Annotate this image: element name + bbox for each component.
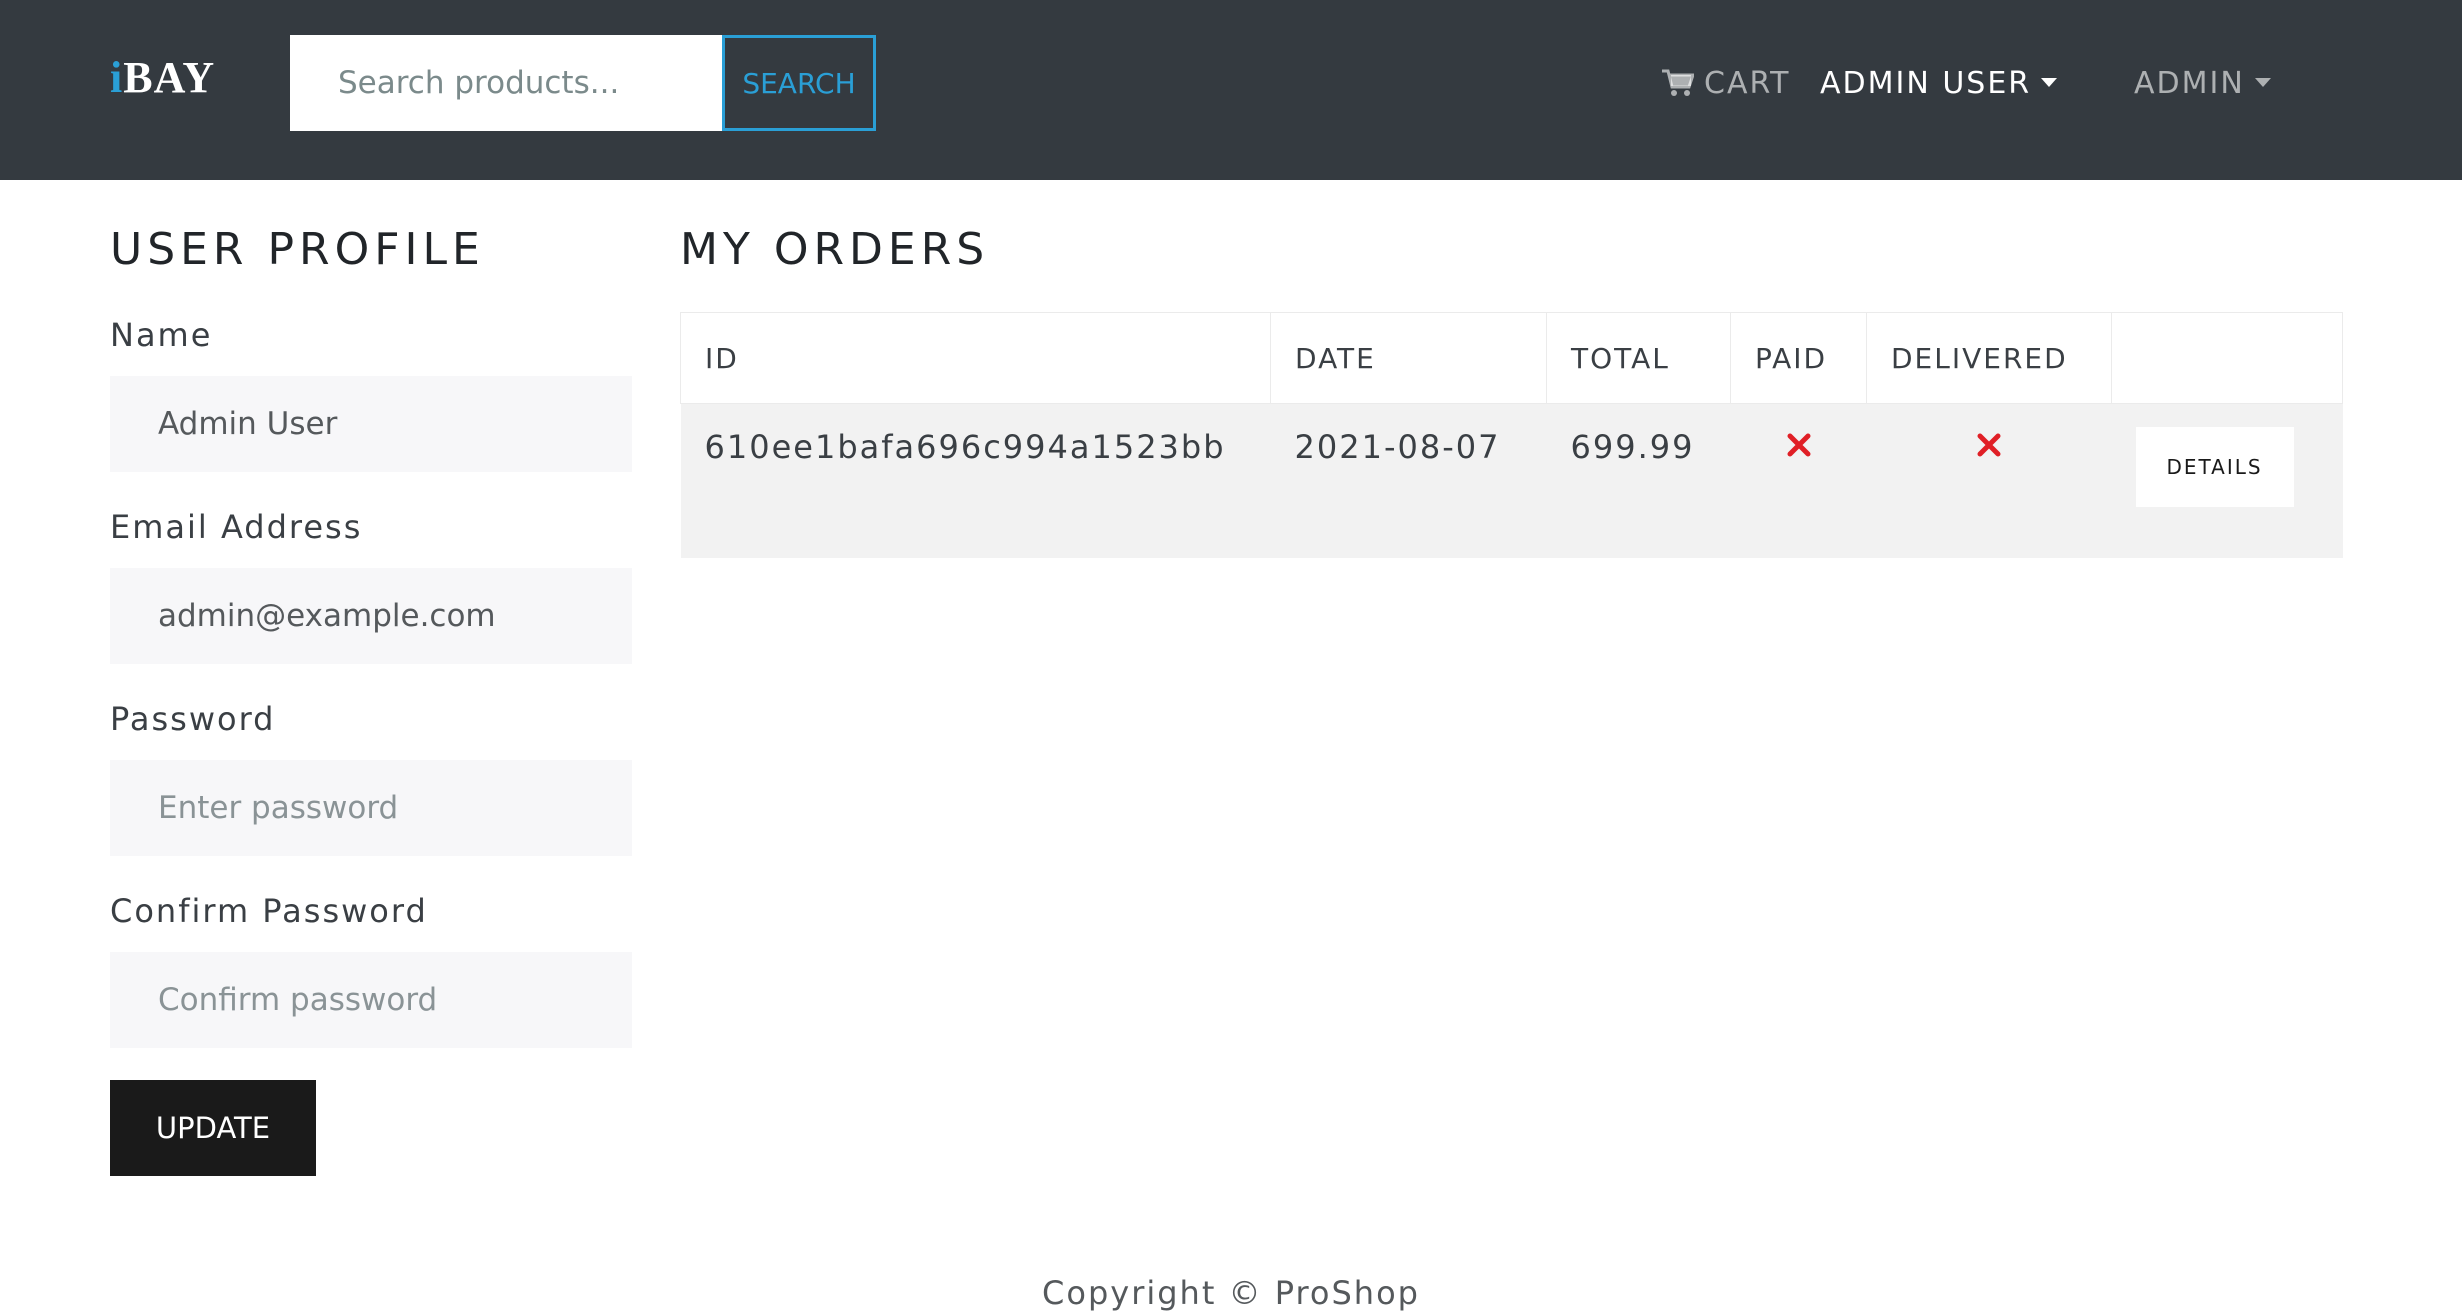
caret-down-icon [2041,78,2058,87]
footer-copyright: Copyright © ProShop [1042,1274,1420,1312]
user-profile-title: USER PROFILE [110,224,485,275]
user-menu-label: ADMIN USER [1820,66,2032,101]
brand-logo[interactable]: iBAY [110,52,215,103]
column-header-date: DATE [1270,312,1547,404]
column-header-total: TOTAL [1546,312,1731,404]
name-input[interactable] [110,376,632,472]
update-button[interactable]: UPDATE [110,1080,316,1176]
column-header-paid: PAID [1730,312,1867,404]
table-row: 610ee1bafa696c994a1523bb 2021-08-07 699.… [680,403,2343,558]
order-paid-cell [1730,403,1867,558]
user-menu-dropdown[interactable]: ADMIN USER [1820,62,2058,106]
x-icon [1787,433,1810,457]
order-delivered-cell [1866,403,2112,558]
order-total-cell: 699.99 [1546,403,1731,558]
search-input[interactable] [290,35,722,131]
email-input[interactable] [110,568,632,664]
navbar: iBAY SEARCH CART ADMIN USER ADMIN [0,0,2462,180]
shopping-cart-icon [1662,69,1696,96]
nav-cart-link[interactable]: CART [1662,62,1790,106]
caret-down-icon [2254,78,2271,87]
order-actions-cell: DETAILS [2111,403,2343,558]
brand-logo-accent: i [110,53,124,102]
search-button[interactable]: SEARCH [722,35,876,131]
orders-table-header: ID DATE TOTAL PAID DELIVERED [680,312,2343,404]
order-date-cell: 2021-08-07 [1270,403,1547,558]
order-id-cell: 610ee1bafa696c994a1523bb [680,403,1271,558]
column-header-delivered: DELIVERED [1866,312,2112,404]
password-input[interactable] [110,760,632,856]
nav-cart-label: CART [1704,66,1791,101]
column-header-id: ID [680,312,1271,404]
my-orders-title: MY ORDERS [680,224,990,275]
x-icon [1977,433,2001,457]
email-label: Email Address [110,508,363,546]
name-label: Name [110,316,213,354]
confirm-password-label: Confirm Password [110,892,428,930]
orders-table: ID DATE TOTAL PAID DELIVERED 610ee1bafa6… [680,312,2343,558]
password-label: Password [110,700,276,738]
admin-menu-dropdown[interactable]: ADMIN [2134,62,2271,106]
brand-logo-text: BAY [123,53,216,102]
confirm-password-input[interactable] [110,952,632,1048]
details-button[interactable]: DETAILS [2135,427,2294,507]
column-header-actions [2111,312,2343,404]
admin-menu-label: ADMIN [2134,66,2245,101]
